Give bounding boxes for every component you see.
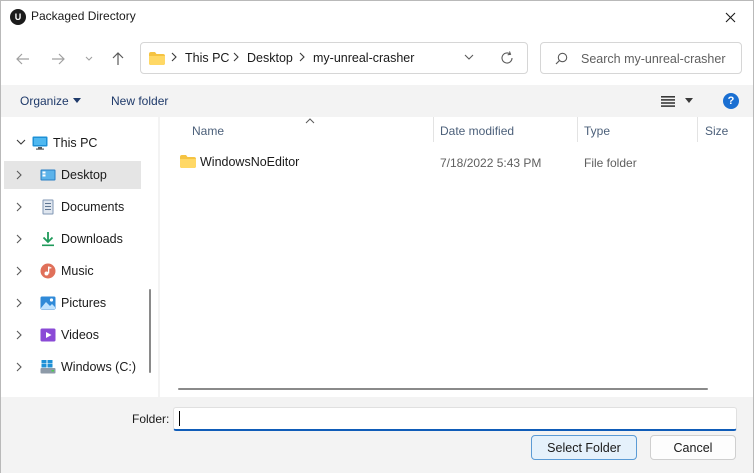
close-icon — [725, 12, 735, 22]
sidebar-item-label: Desktop — [61, 168, 107, 182]
download-icon — [42, 232, 54, 247]
drive-icon — [40, 360, 56, 374]
search-box[interactable]: Search my-unreal-crasher — [540, 42, 742, 74]
horizontal-scrollbar[interactable] — [178, 388, 708, 390]
sidebar-item-downloads[interactable]: Downloads — [4, 225, 141, 253]
sidebar-item-label: Videos — [61, 328, 99, 342]
arrow-up-icon — [112, 52, 124, 65]
file-date-modified: 7/18/2022 5:43 PM — [440, 156, 542, 170]
command-bar: Organize New folder ? — [1, 85, 753, 117]
monitor-icon — [32, 136, 48, 150]
back-button[interactable] — [12, 48, 34, 70]
sidebar-item-desktop[interactable]: Desktop — [4, 161, 141, 189]
title-bar: U Packaged Directory — [1, 1, 753, 33]
chevron-right-icon[interactable] — [16, 330, 23, 340]
address-bar[interactable]: This PC Desktop my-unreal-crasher — [140, 42, 528, 74]
chevron-down-icon[interactable] — [464, 54, 474, 61]
forward-button[interactable] — [47, 48, 69, 70]
chevron-down-icon — [85, 56, 93, 61]
folder-icon — [149, 52, 165, 65]
folder-label: Folder: — [132, 412, 170, 426]
breadcrumb-desktop[interactable]: Desktop — [247, 51, 293, 65]
view-options-icon[interactable] — [661, 96, 675, 107]
up-button[interactable] — [107, 48, 129, 70]
sidebar-item-windows-c[interactable]: Windows (C:) — [4, 353, 141, 381]
music-icon — [40, 263, 56, 279]
sidebar-item-label: Downloads — [61, 232, 123, 246]
breadcrumb-this-pc[interactable]: This PC — [185, 51, 229, 65]
unreal-engine-icon: U — [10, 9, 26, 25]
recent-locations-button[interactable] — [78, 48, 100, 70]
sort-ascending-icon — [305, 118, 315, 124]
sidebar-item-documents[interactable]: Documents — [4, 193, 141, 221]
text-cursor — [179, 411, 180, 426]
video-icon — [40, 328, 56, 342]
refresh-icon[interactable] — [500, 51, 514, 65]
arrow-right-icon — [52, 53, 65, 65]
column-header-type[interactable]: Type — [584, 124, 610, 138]
document-icon — [42, 199, 54, 215]
desktop-icon — [40, 169, 56, 181]
select-folder-button[interactable]: Select Folder — [531, 435, 637, 460]
file-dialog-window: U Packaged Directory This PC Desktop my-… — [0, 0, 754, 473]
file-type: File folder — [584, 156, 637, 170]
search-placeholder: Search my-unreal-crasher — [581, 52, 726, 66]
sidebar-item-label: Windows (C:) — [61, 360, 137, 374]
chevron-right-icon[interactable] — [16, 266, 23, 276]
column-divider[interactable] — [433, 117, 434, 142]
navigation-bar: This PC Desktop my-unreal-crasher Search… — [1, 33, 753, 85]
breadcrumb-current-folder[interactable]: my-unreal-crasher — [313, 51, 414, 65]
folder-name-input[interactable] — [173, 407, 737, 431]
column-divider[interactable] — [577, 117, 578, 142]
column-header-name[interactable]: Name — [192, 124, 224, 138]
dialog-footer: Folder: Select Folder Cancel — [1, 397, 753, 473]
column-header-date-modified[interactable]: Date modified — [440, 124, 514, 138]
sidebar-item-label: Pictures — [61, 296, 107, 310]
column-header-row: Name Date modified Type Size — [160, 117, 753, 145]
chevron-down-icon[interactable] — [16, 139, 26, 146]
help-icon[interactable]: ? — [723, 93, 739, 109]
window-title: Packaged Directory — [31, 9, 136, 23]
new-folder-button[interactable]: New folder — [111, 94, 168, 108]
chevron-right-icon[interactable] — [16, 298, 23, 308]
navigation-pane: This PC Desktop Documents Downloads Musi… — [1, 117, 158, 397]
chevron-right-icon[interactable] — [16, 362, 23, 372]
column-header-size[interactable]: Size — [705, 124, 728, 138]
sidebar-item-this-pc[interactable]: This PC — [4, 129, 141, 157]
chevron-right-icon — [233, 52, 239, 62]
picture-icon — [40, 296, 56, 310]
search-icon — [555, 52, 568, 65]
sidebar-item-music[interactable]: Music — [4, 257, 141, 285]
sidebar-item-label: This PC — [53, 136, 98, 150]
sidebar-item-label: Music — [61, 264, 94, 278]
close-button[interactable] — [707, 1, 753, 33]
file-list-pane: Name Date modified Type Size WindowsNoEd… — [160, 117, 753, 397]
cancel-button[interactable]: Cancel — [650, 435, 736, 460]
file-row[interactable]: WindowsNoEditor 7/18/2022 5:43 PM File f… — [160, 149, 753, 175]
chevron-right-icon[interactable] — [16, 202, 23, 212]
caret-down-icon[interactable] — [685, 98, 693, 103]
file-name: WindowsNoEditor — [200, 155, 300, 169]
chevron-right-icon — [299, 52, 305, 62]
arrow-left-icon — [16, 53, 29, 65]
column-divider[interactable] — [697, 117, 698, 142]
caret-down-icon — [73, 98, 81, 103]
sidebar-item-pictures[interactable]: Pictures — [4, 289, 141, 317]
navigation-scrollbar[interactable] — [149, 289, 151, 373]
organize-button[interactable]: Organize — [20, 94, 69, 108]
folder-icon — [180, 155, 196, 168]
chevron-right-icon — [171, 52, 177, 62]
chevron-right-icon[interactable] — [16, 234, 23, 244]
sidebar-item-videos[interactable]: Videos — [4, 321, 141, 349]
chevron-right-icon[interactable] — [16, 170, 23, 180]
sidebar-item-label: Documents — [61, 200, 125, 214]
